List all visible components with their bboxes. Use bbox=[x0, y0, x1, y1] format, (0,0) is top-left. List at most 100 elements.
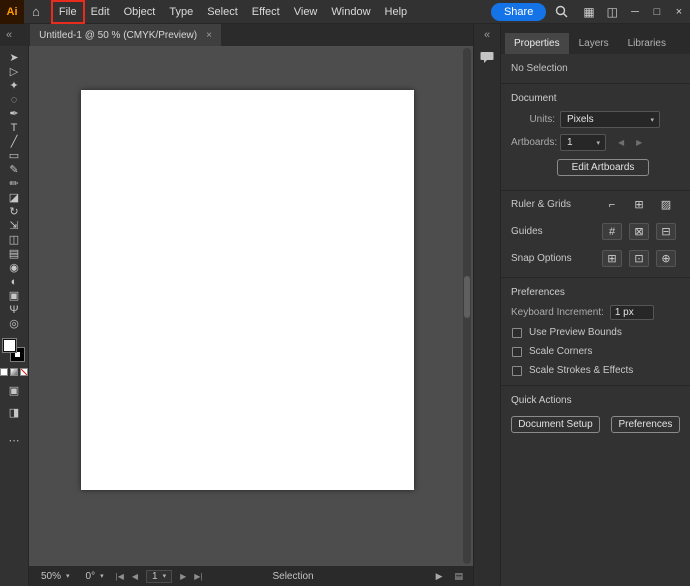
menu-edit[interactable]: Edit bbox=[84, 1, 117, 23]
color-mode-row bbox=[0, 368, 28, 376]
color-mode-icon[interactable] bbox=[0, 368, 8, 376]
guide-style-icon[interactable]: ⊟ bbox=[656, 223, 676, 240]
scale-strokes-effects-checkbox[interactable] bbox=[512, 366, 522, 376]
menu-object[interactable]: Object bbox=[117, 1, 163, 23]
tab-properties[interactable]: Properties bbox=[505, 33, 569, 54]
paintbrush-tool[interactable]: ✎ bbox=[0, 163, 28, 177]
scale-tool[interactable]: ⇲ bbox=[0, 219, 28, 233]
arrange-documents-icon[interactable]: ▦ bbox=[577, 5, 600, 19]
close-button[interactable]: × bbox=[668, 6, 690, 18]
zoom-level-dropdown[interactable]: 50% ▾ bbox=[35, 570, 76, 583]
expand-panels-icon[interactable]: « bbox=[478, 29, 496, 41]
lock-guides-icon[interactable]: ⊠ bbox=[629, 223, 649, 240]
use-preview-bounds-row[interactable]: Use Preview Bounds bbox=[501, 323, 690, 342]
chevron-down-icon: ▾ bbox=[163, 572, 167, 580]
quick-actions-header: Quick Actions bbox=[501, 386, 690, 410]
eraser-tool[interactable]: ◪ bbox=[0, 191, 28, 205]
artboards-next-icon[interactable]: ▶ bbox=[636, 138, 642, 147]
draw-mode-icon[interactable]: ▣ bbox=[0, 384, 28, 398]
statusbar: 50% ▾ 0° ▾ |◀ ◀ 1 ▾ ▶ ▶| Selection ▶ ▤ bbox=[29, 566, 473, 586]
comments-icon[interactable] bbox=[480, 51, 494, 69]
menu-window[interactable]: Window bbox=[324, 1, 377, 23]
chevron-down-icon: ▾ bbox=[644, 116, 654, 124]
menu-view[interactable]: View bbox=[287, 1, 325, 23]
units-dropdown[interactable]: Pixels ▾ bbox=[560, 111, 660, 128]
snap-to-pixel-icon[interactable]: ⊡ bbox=[629, 250, 649, 267]
rotate-tool[interactable]: ↻ bbox=[0, 205, 28, 219]
edit-artboards-button[interactable]: Edit Artboards bbox=[557, 159, 649, 176]
eyedropper-tool[interactable]: ◉ bbox=[0, 261, 28, 275]
scale-strokes-effects-row[interactable]: Scale Strokes & Effects bbox=[501, 361, 690, 380]
menu-select[interactable]: Select bbox=[200, 1, 245, 23]
shape-builder-tool[interactable]: ◫ bbox=[0, 233, 28, 247]
artboard[interactable] bbox=[81, 90, 414, 490]
artboards-count-dropdown[interactable]: 1 ▾ bbox=[560, 134, 606, 151]
type-tool[interactable]: T bbox=[0, 121, 28, 135]
canvas-vertical-scrollbar[interactable] bbox=[463, 48, 471, 564]
previous-artboard-icon[interactable]: ◀ bbox=[130, 572, 140, 581]
artboard-tool[interactable]: ▣ bbox=[0, 289, 28, 303]
lasso-tool[interactable]: ◌ bbox=[0, 93, 28, 107]
minimize-button[interactable]: ─ bbox=[624, 6, 646, 18]
menu-effect[interactable]: Effect bbox=[245, 1, 287, 23]
ruler-grids-label: Ruler & Grids bbox=[511, 199, 571, 210]
menu-file[interactable]: File bbox=[52, 1, 84, 23]
artboards-prev-icon[interactable]: ◀ bbox=[618, 138, 624, 147]
keyboard-increment-input[interactable]: 1 px bbox=[610, 305, 654, 320]
scale-corners-row[interactable]: Scale Corners bbox=[501, 342, 690, 361]
magic-wand-tool[interactable]: ✦ bbox=[0, 79, 28, 93]
snap-to-point-icon[interactable]: ⊕ bbox=[656, 250, 676, 267]
screen-mode-icon[interactable]: ◨ bbox=[0, 406, 28, 420]
gradient-tool[interactable]: ▤ bbox=[0, 247, 28, 261]
none-mode-icon[interactable] bbox=[20, 368, 28, 376]
menu-list: File Edit Object Type Select Effect View… bbox=[52, 1, 414, 23]
snap-to-grid-icon[interactable]: ⊞ bbox=[602, 250, 622, 267]
transparency-grid-icon[interactable]: ▨ bbox=[656, 196, 676, 213]
maximize-button[interactable]: □ bbox=[646, 6, 668, 18]
share-button[interactable]: Share bbox=[491, 3, 546, 21]
show-guides-icon[interactable]: # bbox=[602, 223, 622, 240]
tab-libraries[interactable]: Libraries bbox=[619, 33, 675, 54]
last-artboard-icon[interactable]: ▶| bbox=[192, 572, 204, 581]
next-artboard-icon[interactable]: ▶ bbox=[178, 572, 188, 581]
home-icon[interactable]: ⌂ bbox=[26, 4, 46, 19]
workspace-switcher-icon[interactable]: ◫ bbox=[601, 5, 624, 19]
selection-tool[interactable]: ➤ bbox=[0, 51, 28, 65]
edit-toolbar-icon[interactable]: ⋯ bbox=[0, 434, 28, 448]
zoom-tool[interactable]: ◎ bbox=[0, 317, 28, 331]
search-icon[interactable] bbox=[546, 5, 577, 18]
preferences-button[interactable]: Preferences bbox=[611, 416, 680, 433]
fill-color-swatch[interactable] bbox=[3, 339, 16, 352]
use-preview-bounds-checkbox[interactable] bbox=[512, 328, 522, 338]
tools-panel: ➤ ▷ ✦ ◌ ✒ T ╱ ▭ ✎ ✏ ◪ ↻ ⇲ ◫ ▤ ◉ ◐ ▣ Ψ ◎ … bbox=[0, 46, 29, 586]
menu-help[interactable]: Help bbox=[378, 1, 415, 23]
grid-icon[interactable]: ⊞ bbox=[629, 196, 649, 213]
rotation-dropdown[interactable]: 0° ▾ bbox=[80, 570, 110, 583]
tab-layers[interactable]: Layers bbox=[570, 33, 618, 54]
hand-tool[interactable]: Ψ bbox=[0, 303, 28, 317]
panel-dock-strip: « bbox=[473, 24, 500, 586]
line-segment-tool[interactable]: ╱ bbox=[0, 135, 28, 149]
illustrator-logo-icon[interactable]: Ai bbox=[0, 0, 24, 24]
collapse-toolbar-icon[interactable]: « bbox=[0, 29, 18, 41]
scale-corners-checkbox[interactable] bbox=[512, 347, 522, 357]
pencil-tool[interactable]: ✏ bbox=[0, 177, 28, 191]
menu-type[interactable]: Type bbox=[162, 1, 200, 23]
tab-close-icon[interactable]: × bbox=[206, 30, 212, 41]
pen-tool[interactable]: ✒ bbox=[0, 107, 28, 121]
blend-tool[interactable]: ◐ bbox=[0, 275, 28, 289]
direct-selection-tool[interactable]: ▷ bbox=[0, 65, 28, 79]
gradient-mode-icon[interactable] bbox=[10, 368, 18, 376]
canvas-area[interactable] bbox=[29, 46, 473, 566]
first-artboard-icon[interactable]: |◀ bbox=[114, 572, 126, 581]
keyboard-increment-label: Keyboard Increment: bbox=[511, 307, 604, 318]
ruler-grids-row: Ruler & Grids ⌐ ⊞ ▨ bbox=[501, 191, 690, 218]
play-icon[interactable]: ▶ bbox=[432, 571, 447, 582]
scrollbar-thumb[interactable] bbox=[464, 276, 470, 318]
corner-ruler-icon[interactable]: ⌐ bbox=[602, 196, 622, 213]
rectangle-tool[interactable]: ▭ bbox=[0, 149, 28, 163]
document-tab[interactable]: Untitled-1 @ 50 % (CMYK/Preview) × bbox=[30, 24, 221, 46]
artboard-number-dropdown[interactable]: 1 ▾ bbox=[146, 570, 172, 583]
document-setup-button[interactable]: Document Setup bbox=[511, 416, 600, 433]
status-panel-icon[interactable]: ▤ bbox=[450, 571, 467, 582]
